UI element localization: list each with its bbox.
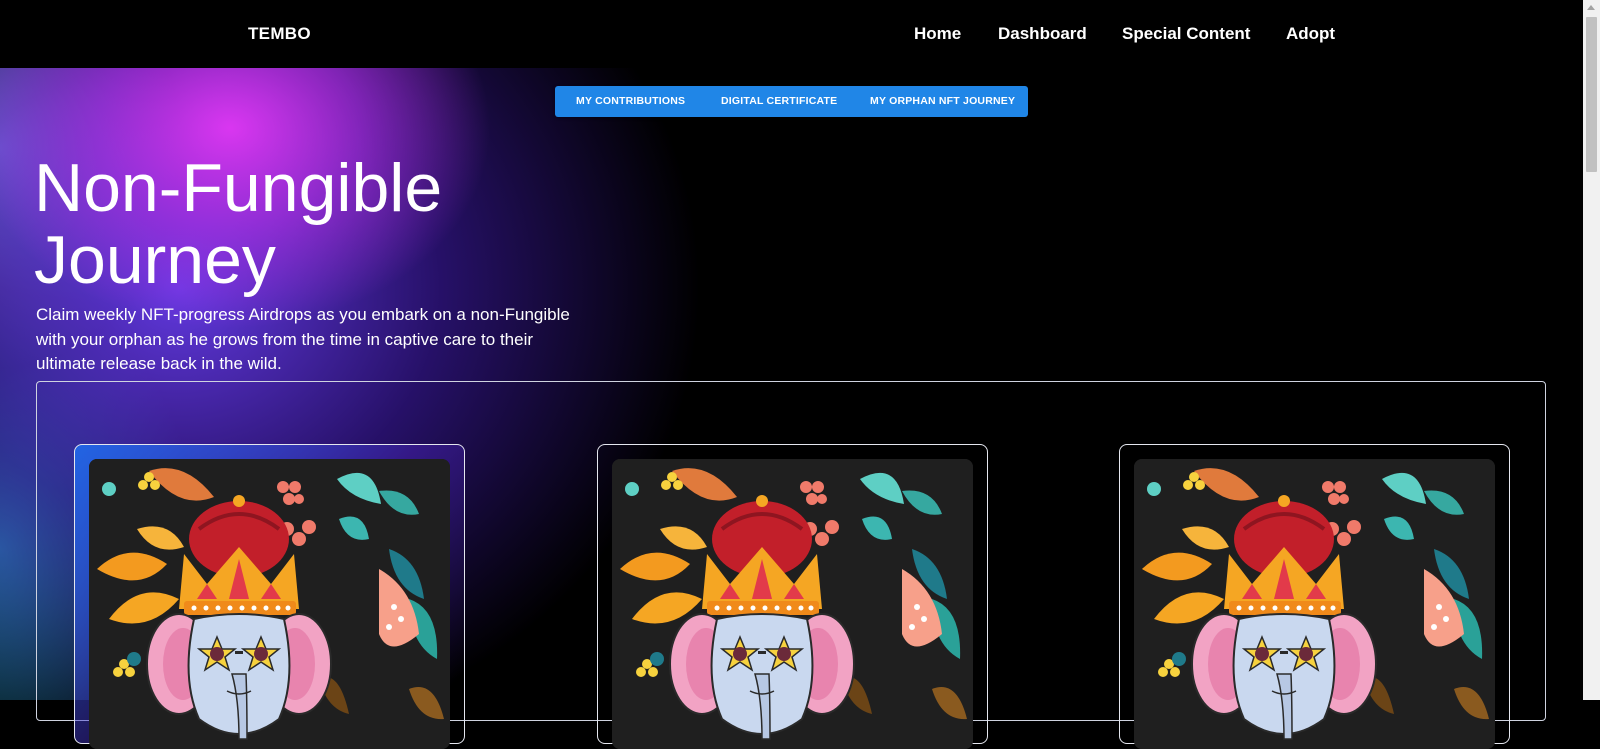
main-nav: Home Dashboard Special Content Adopt: [0, 24, 1583, 48]
hero-description: Claim weekly NFT-progress Airdrops as yo…: [36, 305, 570, 373]
nav-adopt[interactable]: Adopt: [1286, 24, 1335, 44]
nav-special-content[interactable]: Special Content: [1122, 24, 1250, 44]
page-title: Non-Fungible Journey: [34, 152, 594, 296]
tab-my-contributions[interactable]: MY CONTRIBUTIONS: [576, 95, 685, 107]
crowned-elephant-nft-art: [1134, 459, 1495, 749]
page-title-line-1: Non-Fungible: [34, 150, 443, 226]
nft-card[interactable]: [1119, 444, 1510, 749]
nav-dashboard[interactable]: Dashboard: [998, 24, 1087, 44]
nft-card[interactable]: [597, 444, 988, 749]
crowned-elephant-nft-art: [612, 459, 973, 749]
page-scrollbar[interactable]: [1583, 0, 1600, 700]
tab-my-orphan-nft-journey[interactable]: MY ORPHAN NFT JOURNEY: [870, 95, 1015, 107]
scrollbar-thumb[interactable]: [1586, 17, 1597, 172]
top-navigation-bar: TEMBO Home Dashboard Special Content Ado…: [0, 0, 1583, 68]
crowned-elephant-nft-art: [89, 459, 450, 749]
dashboard-subtab-bar: MY CONTRIBUTIONS DIGITAL CERTIFICATE MY …: [555, 86, 1028, 117]
scroll-up-arrow-icon[interactable]: [1587, 5, 1595, 10]
nft-gallery: [36, 381, 1546, 749]
tab-digital-certificate[interactable]: DIGITAL CERTIFICATE: [721, 95, 837, 107]
nft-card[interactable]: [74, 444, 465, 749]
page-title-line-2: Journey: [34, 222, 276, 298]
nav-home[interactable]: Home: [914, 24, 961, 44]
